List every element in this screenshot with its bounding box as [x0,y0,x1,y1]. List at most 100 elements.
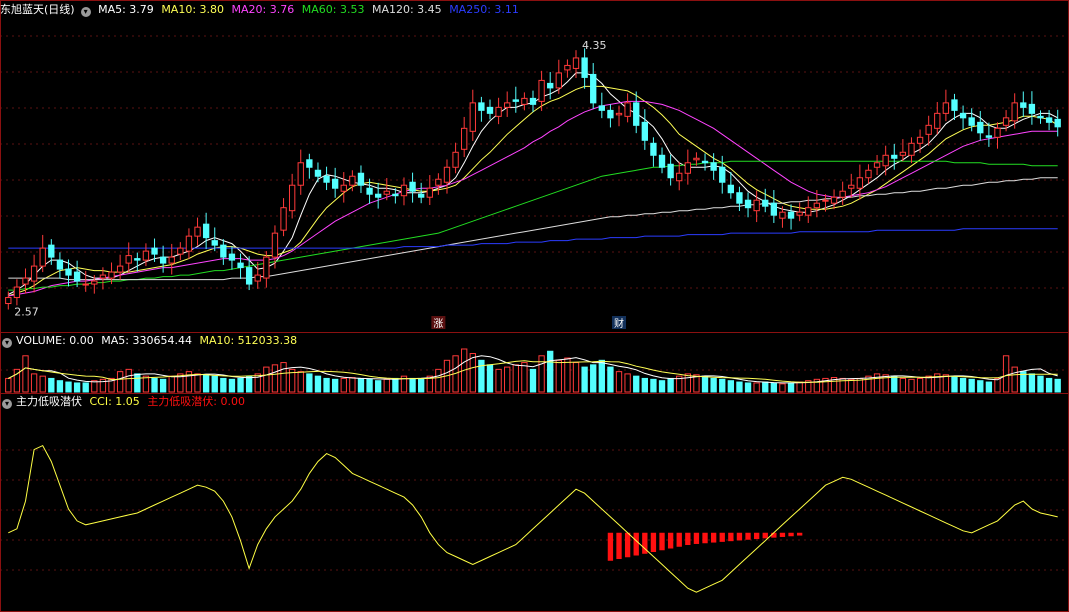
ma-line-ma10 [8,85,1058,297]
candle-body [650,142,657,156]
candle-body [719,166,726,183]
volume-bar [994,377,1001,393]
volume-bar [237,377,244,393]
volume-bar [1045,377,1053,393]
volume-bar [899,377,907,393]
candle-body [899,151,907,156]
candle-body [263,256,270,279]
candle-body [1037,115,1044,119]
volume-bar [366,378,373,393]
volume-bar [572,362,580,393]
signal-bar [762,532,768,539]
candle-body [48,244,55,258]
signal-bar [728,532,734,542]
signal-bar [745,532,751,540]
signal-bar [736,532,743,541]
volume-bar [220,377,227,393]
candle-body [805,207,812,216]
candle-body [151,247,158,255]
candle-body [73,271,81,282]
volume-bar [925,375,932,393]
volume-bar [624,373,631,393]
event-badge-cai[interactable]: 财 [614,317,624,330]
event-badge-zhang[interactable]: 涨 [433,318,443,330]
candle-body [701,160,709,164]
volume-bar [1054,378,1061,393]
candle-body [951,99,958,111]
candle-body [495,106,502,117]
candle-body [65,268,72,276]
volume-bar [314,375,322,393]
candle-body [306,159,313,168]
volume-bar [349,377,356,393]
volume-bar [409,377,416,393]
volume-bar [73,382,81,393]
volume-bar [151,377,158,393]
candle-body [99,274,107,279]
candle-body [228,253,236,261]
volume-panel-header: ▾ VOLUME: 0.00 MA5: 330654.44 MA10: 51203… [0,333,301,349]
volume-bar [555,359,562,393]
volume-bar [48,377,55,393]
volume-bar [297,371,304,393]
candle-body [641,121,648,141]
period-toggle-chevron-down-icon[interactable]: ▾ [80,7,91,17]
indicator-name[interactable]: 主力低吸潜伏 [16,395,82,408]
candle-body [297,162,304,186]
candle-body [908,142,915,156]
candle-body [624,102,631,117]
volume-bar [375,380,382,393]
candle-body [684,162,691,174]
candle-body [13,286,21,299]
price-markers: 4.35 2.57 涨 财 [14,39,627,330]
signal-bar [633,532,639,556]
indicator-toggle-chevron-down-icon[interactable]: ▾ [2,399,12,409]
candle-body [633,102,640,126]
volume-bar [331,378,339,393]
candle-body [581,57,588,78]
volume-bar [710,377,717,393]
volume-bar [228,378,236,393]
signal-bar [607,532,614,561]
candle-body [658,154,666,168]
candle-body [744,199,752,209]
candle-body [254,274,261,282]
candle-body [435,178,442,186]
volume-bar [194,373,201,393]
volume-toggle-chevron-down-icon[interactable]: ▾ [2,338,12,348]
cci-legend: CCI: 1.05 [89,395,140,408]
volume-bar [787,382,795,393]
candle-body [237,262,244,269]
volume-bar [762,381,769,393]
volume-bar [125,368,132,393]
volume-bar [512,364,519,393]
candle-body [357,172,365,186]
candlestick-series [5,48,1061,310]
volume-bar [1037,375,1044,393]
candle-body [1020,102,1027,108]
volume-bar [1002,355,1010,393]
volume-bar [977,380,984,393]
candle-body [194,226,201,237]
volume-bar [495,368,502,393]
candle-body [91,280,98,285]
candle-body [486,106,494,114]
volume-bar [607,366,614,393]
volume-bar [564,357,571,393]
candle-body [727,184,735,194]
candle-body [1011,102,1018,122]
volume-bar [263,366,270,393]
candle-body [443,166,451,183]
volume-ma10-legend: MA10: 512033.38 [199,334,298,347]
candle-body [555,72,562,89]
stock-name[interactable]: 东旭蓝天 [0,3,44,16]
chart-period[interactable]: (日线) [44,3,75,16]
candle-body [873,162,881,168]
candle-body [271,232,279,258]
signal-bar [624,532,631,558]
candle-body [134,258,141,261]
volume-bar [719,378,726,393]
candle-body [968,117,975,126]
candle-body [125,255,132,264]
candle-body [615,112,623,116]
